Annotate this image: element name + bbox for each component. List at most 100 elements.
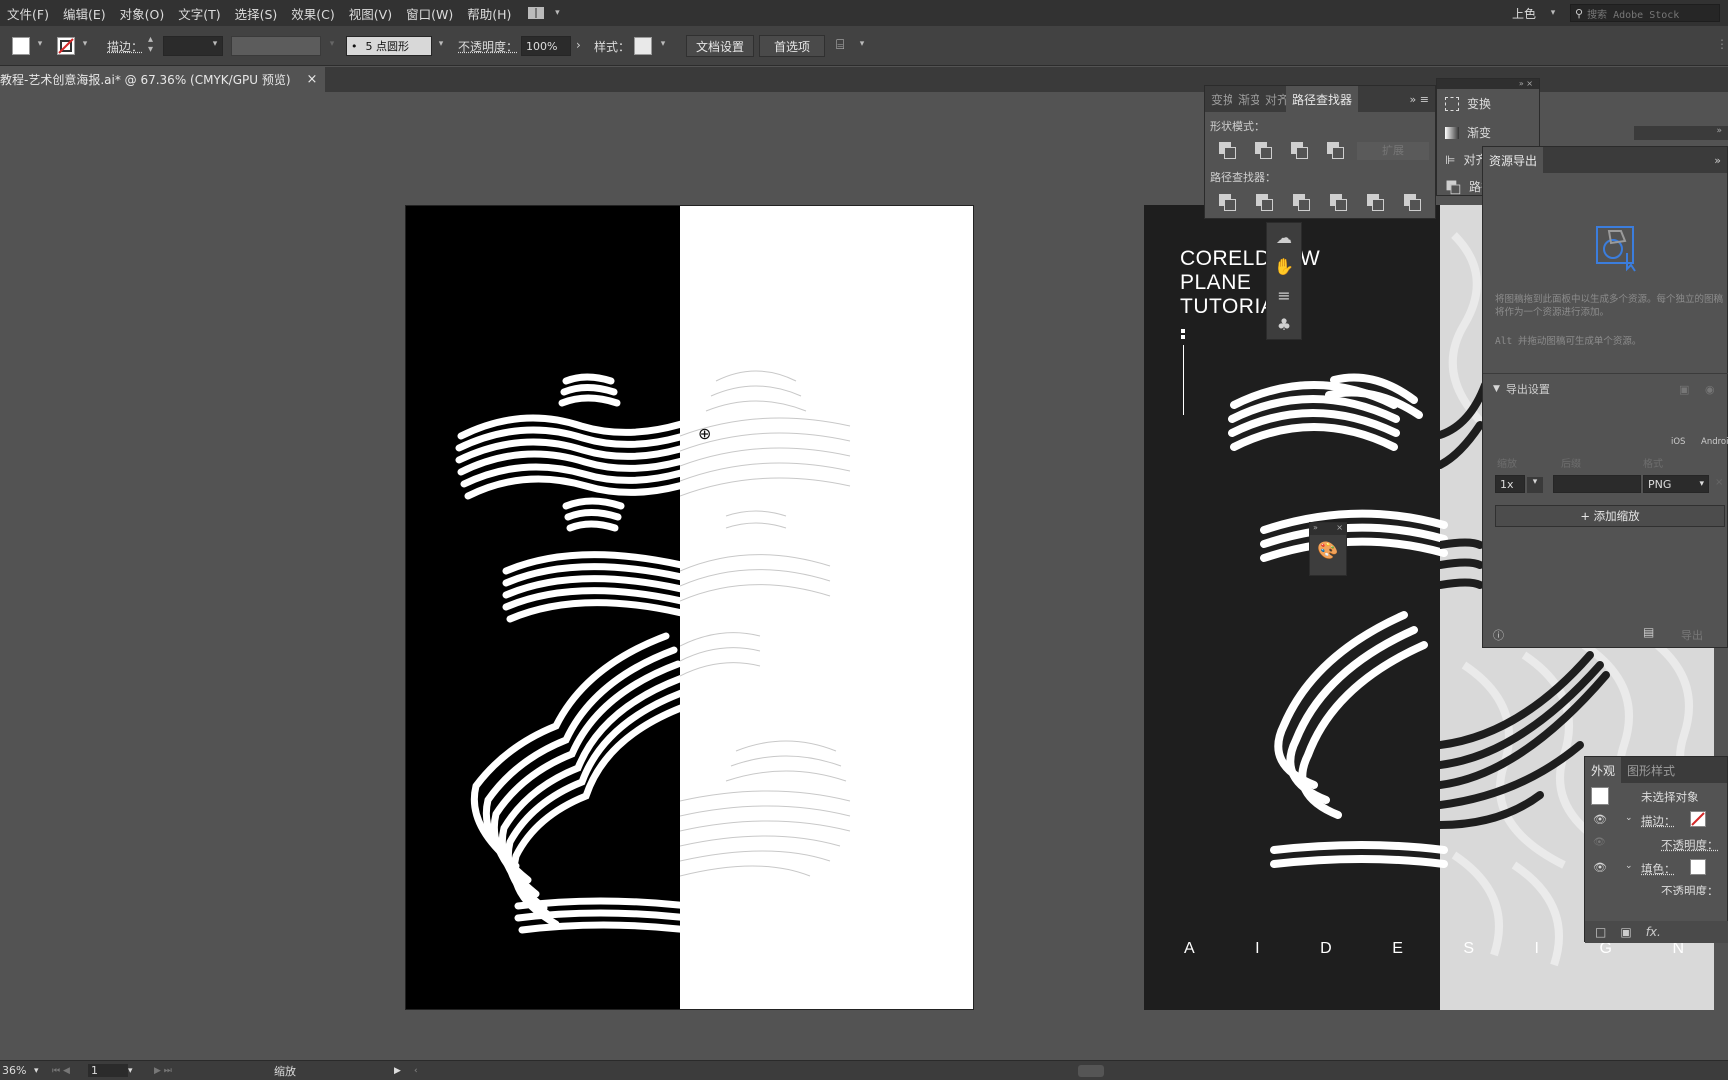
creative-cloud-icon[interactable]: ☁ [1276,228,1292,247]
chevron-down-icon[interactable]: ⌄ [1625,861,1633,871]
tab-transform[interactable]: 变换 [1205,91,1232,108]
chevron-down-icon[interactable]: ▾ [855,39,869,49]
tab-graphic-styles[interactable]: 图形样式 [1621,762,1681,779]
stroke-swatch[interactable] [57,37,75,55]
chevron-down-icon[interactable]: ▾ [34,1066,52,1076]
stroke-label[interactable]: 描边： [107,38,143,55]
intersect-icon[interactable] [1291,142,1308,159]
exclude-icon[interactable] [1327,142,1344,159]
tab-gradient[interactable]: 渐变 [1232,91,1259,108]
info-icon[interactable]: ⓘ [1493,627,1504,643]
dock-item-transform[interactable]: 变换 [1437,89,1539,112]
stock-search-input[interactable]: ⚲ 搜索 Adobe Stock [1570,4,1720,22]
menu-window[interactable]: 窗口(W) [399,4,460,23]
menu-file[interactable]: 文件(F) [0,4,56,23]
hand-puppet-icon[interactable]: ✋ [1274,257,1294,276]
horizontal-scrollbar-thumb[interactable] [1077,1064,1104,1077]
export-settings-icon[interactable]: ▤ [1643,625,1654,639]
chevron-down-icon[interactable]: ▾ [434,39,448,49]
artboard-left[interactable]: ⊕ [405,205,974,1010]
android-icon[interactable]: ◉ [1705,383,1715,396]
divide-icon[interactable] [1219,194,1236,211]
add-fill-icon[interactable]: ▣ [1620,925,1631,939]
export-button[interactable]: 导出 [1681,627,1703,643]
close-icon[interactable]: × [307,72,318,87]
android-label[interactable]: Android [1701,437,1728,447]
format-select[interactable]: PNG ▾ [1643,475,1709,493]
variable-width-profile[interactable] [231,36,321,56]
chevron-down-icon[interactable]: ▾ [208,39,222,49]
artboard-number[interactable]: 1 [88,1064,128,1077]
stepper-icon[interactable]: ▴ ▾ [148,35,153,55]
menu-edit[interactable]: 编辑(E) [56,4,113,23]
color-palette-icon[interactable]: 🎨 [1310,541,1346,561]
stroke-lines-icon[interactable]: ≡ [1277,286,1290,305]
expand-icon[interactable]: » × [1519,79,1533,88]
menu-help[interactable]: 帮助(H) [460,4,518,23]
chevron-down-icon[interactable]: ▾ [78,39,92,49]
menu-object[interactable]: 对象(O) [113,4,172,23]
chevron-down-icon[interactable]: ▾ [128,1066,154,1076]
chevron-down-icon[interactable]: ▾ [1527,477,1543,493]
eye-icon[interactable]: 👁 [1593,837,1606,848]
tab-asset-export[interactable]: 资源导出 [1483,147,1544,173]
club-symbol-icon[interactable]: ♣ [1277,315,1291,334]
close-icon[interactable]: × [1336,523,1343,535]
menu-effect[interactable]: 效果(C) [284,4,341,23]
brush-definition[interactable]: • 5 点圆形 [346,36,432,56]
stroke-row-label[interactable]: 描边： [1641,813,1676,829]
menu-view[interactable]: 视图(V) [342,4,399,23]
ios-icon[interactable]: ▣ [1679,383,1689,396]
chevron-down-icon[interactable]: ▾ [656,39,670,49]
fill-swatch[interactable] [12,37,30,55]
export-settings-toggle[interactable]: ▼ 导出设置 [1493,381,1550,397]
document-setup-button[interactable]: 文档设置 [686,35,754,57]
preferences-button[interactable]: 首选项 [759,35,825,57]
remove-scale-icon[interactable]: × [1715,477,1723,488]
opacity-field[interactable]: 100% [521,36,571,56]
tab-appearance[interactable]: 外观 [1585,757,1622,783]
menu-type[interactable]: 文字(T) [171,4,227,23]
expand-icon[interactable]: » [1716,126,1722,136]
next-last-artboard-icon[interactable]: ▶ ⏭ [154,1066,274,1076]
tab-align[interactable]: 对齐 [1259,91,1286,108]
arrange-documents-icon[interactable]: ⌸ [836,37,844,53]
suffix-field[interactable] [1553,475,1641,493]
merge-icon[interactable] [1293,194,1310,211]
add-effect-icon[interactable]: fx. [1646,925,1661,939]
ios-label[interactable]: iOS [1671,437,1685,447]
fill-row-label[interactable]: 填色： [1641,861,1676,877]
minus-front-icon[interactable] [1255,142,1272,159]
appearance-fill-swatch[interactable] [1690,859,1706,875]
scale-field[interactable]: 1x [1495,475,1525,493]
dock-item-gradient[interactable]: 渐变 [1437,112,1539,141]
workspace-switcher[interactable]: ▾ [528,7,564,19]
status-menu-icon[interactable]: ▶ [394,1066,414,1076]
expand-icon[interactable]: » [1714,154,1721,167]
panel-grip-icon[interactable]: ⋮ [1716,37,1728,51]
menu-select[interactable]: 选择(S) [228,4,285,23]
outline-icon[interactable] [1367,194,1384,211]
appearance-stroke-swatch[interactable] [1690,811,1706,827]
first-prev-artboard-icon[interactable]: ⏮ ◀ [52,1066,88,1076]
workspace-name[interactable]: 上色 [1512,5,1536,22]
scroll-left-icon[interactable]: ‹ [414,1066,418,1076]
minus-back-icon[interactable] [1404,194,1421,211]
crop-icon[interactable] [1330,194,1347,211]
add-stroke-icon[interactable]: □ [1595,925,1606,939]
eye-icon[interactable]: 👁 [1593,861,1607,874]
expand-icon[interactable]: » [1313,523,1318,535]
panel-collapse-strip[interactable]: » [1634,126,1728,140]
panel-menu-icon[interactable]: » ≡ [1410,93,1435,106]
add-scale-button[interactable]: + 添加缩放 [1495,505,1725,527]
tab-pathfinder[interactable]: 路径查找器 [1286,86,1359,112]
document-tab[interactable]: 教程-艺术创意海报.ai* @ 67.36% (CMYK/GPU 预览) × [0,67,326,92]
chevron-down-icon[interactable]: ▾ [33,39,47,49]
expand-button[interactable]: 扩展 [1357,142,1429,160]
zoom-level[interactable]: 36% [0,1064,34,1077]
chevron-down-icon[interactable]: ▾ [1546,8,1560,18]
opacity-row-label[interactable]: 不透明度： [1661,837,1719,853]
trim-icon[interactable] [1256,194,1273,211]
graphic-style-swatch[interactable] [634,37,652,55]
opacity-label[interactable]: 不透明度： [458,38,518,55]
